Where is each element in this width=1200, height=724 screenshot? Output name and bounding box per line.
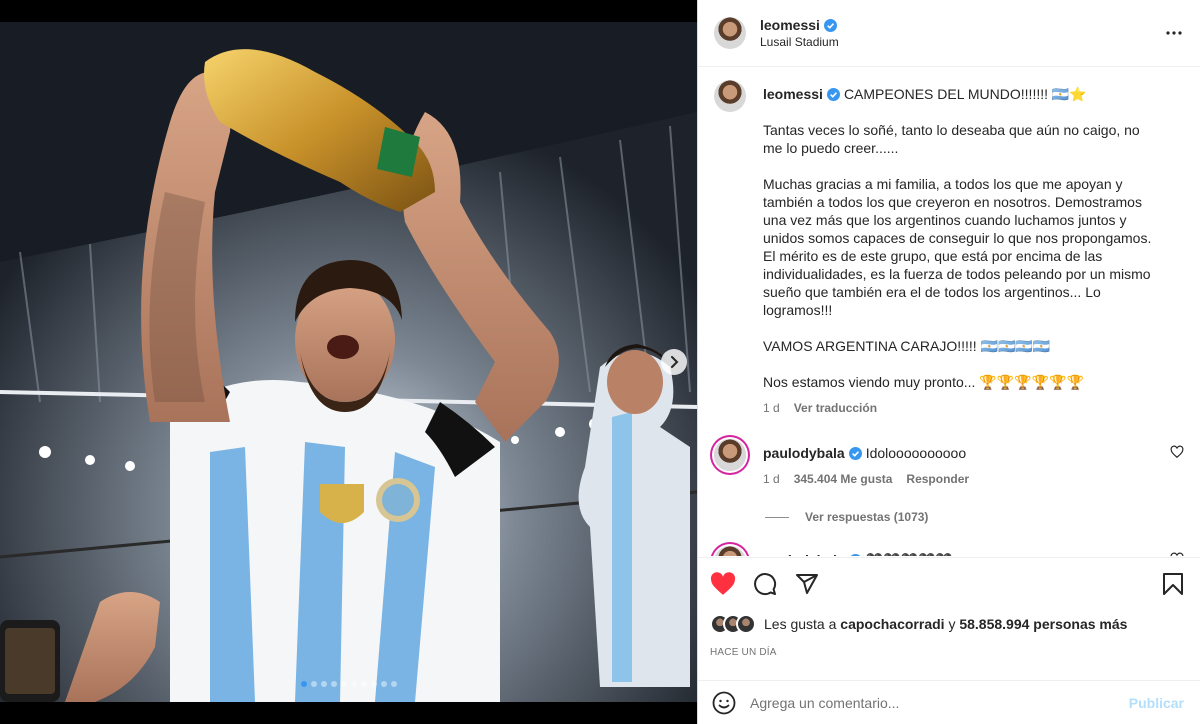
likes-count[interactable]: 58.858.994 personas más: [959, 616, 1127, 632]
author-username[interactable]: leomessi: [760, 17, 820, 33]
comment-input[interactable]: [750, 694, 1129, 711]
comment-icon: [754, 573, 777, 596]
verified-badge-icon: [850, 553, 861, 556]
caption-paragraph: VAMOS ARGENTINA CARAJO!!!!! 🇦🇷🇦🇷🇦🇷🇦🇷: [763, 338, 1051, 354]
post-photo[interactable]: [0, 22, 697, 702]
post-location[interactable]: Lusail Stadium: [760, 35, 1162, 49]
post-time[interactable]: HACE UN DÍA: [710, 647, 1186, 658]
replies-divider: [765, 516, 789, 518]
share-button[interactable]: [794, 571, 820, 597]
post-header: leomessi Lusail Stadium: [698, 0, 1200, 67]
view-replies-button[interactable]: Ver respuestas (1073): [765, 510, 1184, 524]
comment-button[interactable]: [752, 571, 778, 597]
reply-button[interactable]: Responder: [906, 470, 969, 488]
caption-first-line: CAMPEONES DEL MUNDO!!!!!!! 🇦🇷⭐: [843, 86, 1087, 102]
liker-avatar: [736, 614, 756, 634]
like-comment-heart-icon[interactable]: [1170, 552, 1184, 556]
comment-text: 🖤🖤🖤🖤🖤: [866, 551, 953, 556]
verified-badge-icon: [826, 87, 840, 101]
heart-icon: [710, 572, 736, 595]
share-icon: [796, 574, 818, 594]
caption-username[interactable]: leomessi: [763, 85, 823, 103]
commenter-username[interactable]: paulodybala: [763, 551, 845, 556]
more-options-icon: [1166, 31, 1182, 35]
caption-time: 1 d: [763, 401, 780, 415]
carousel-dot: [350, 681, 357, 687]
bookmark-icon: [1163, 573, 1183, 595]
post-media: [0, 0, 697, 724]
commenter-username[interactable]: paulodybala: [763, 444, 845, 462]
caption-paragraph: Muchas gracias a mi familia, a todos los…: [763, 176, 1152, 318]
comments-section[interactable]: leomessi CAMPEONES DEL MUNDO!!!!!!! 🇦🇷⭐ …: [698, 68, 1200, 556]
author-avatar[interactable]: [714, 17, 746, 49]
add-comment-bar: Publicar: [698, 680, 1200, 724]
more-options-button[interactable]: [1162, 21, 1186, 45]
caption-avatar[interactable]: [714, 80, 746, 112]
carousel-indicator: [0, 681, 697, 687]
carousel-dot: [370, 681, 377, 687]
comment-likes[interactable]: 345.404 Me gusta: [794, 470, 893, 488]
carousel-dot: [380, 681, 387, 687]
post-sidebar: leomessi Lusail Stadium leomessi CAMPEON…: [697, 0, 1200, 724]
caption-paragraph: Tantas veces lo soñé, tanto lo deseaba q…: [763, 122, 1140, 156]
view-replies-label: Ver respuestas (1073): [805, 510, 929, 524]
emoji-icon[interactable]: [712, 691, 736, 715]
liker-avatars: [710, 614, 756, 634]
save-button[interactable]: [1160, 571, 1186, 597]
commenter-avatar[interactable]: [714, 439, 746, 471]
likes-summary[interactable]: Les gusta a capochacorradi y 58.858.994 …: [710, 614, 1186, 634]
caption: leomessi CAMPEONES DEL MUNDO!!!!!!! 🇦🇷⭐ …: [714, 80, 1184, 417]
verified-badge-icon: [848, 446, 862, 460]
carousel-dot: [300, 681, 307, 687]
caption-paragraph: Nos estamos viendo muy pronto... 🏆🏆🏆🏆🏆🏆: [763, 374, 1084, 390]
post-actions: Les gusta a capochacorradi y 58.858.994 …: [698, 557, 1200, 658]
see-translation-link[interactable]: Ver traducción: [794, 399, 877, 417]
publish-button[interactable]: Publicar: [1129, 695, 1184, 711]
chevron-right-icon: [671, 356, 679, 368]
next-slide-button[interactable]: [661, 349, 687, 375]
likes-connector: y: [948, 616, 956, 632]
liker-username[interactable]: capochacorradi: [840, 616, 944, 632]
like-button[interactable]: [710, 571, 736, 597]
like-comment-heart-icon[interactable]: [1170, 445, 1184, 459]
verified-badge-icon: [823, 18, 837, 32]
carousel-dot: [330, 681, 337, 687]
comment-time: 1 d: [763, 472, 780, 486]
photo-illustration: [0, 22, 697, 702]
likes-prefix: Les gusta a: [764, 616, 837, 632]
comment: paulodybala 🖤🖤🖤🖤🖤: [714, 546, 1184, 556]
carousel-dot: [310, 681, 317, 687]
carousel-dot: [390, 681, 397, 687]
carousel-dot: [360, 681, 367, 687]
carousel-dot: [340, 681, 347, 687]
comment: paulodybala Idoloooooooooo 1 d 345.404 M…: [714, 439, 1184, 488]
comment-text: Idoloooooooooo: [865, 445, 967, 461]
carousel-dot: [320, 681, 327, 687]
commenter-avatar[interactable]: [714, 546, 746, 556]
